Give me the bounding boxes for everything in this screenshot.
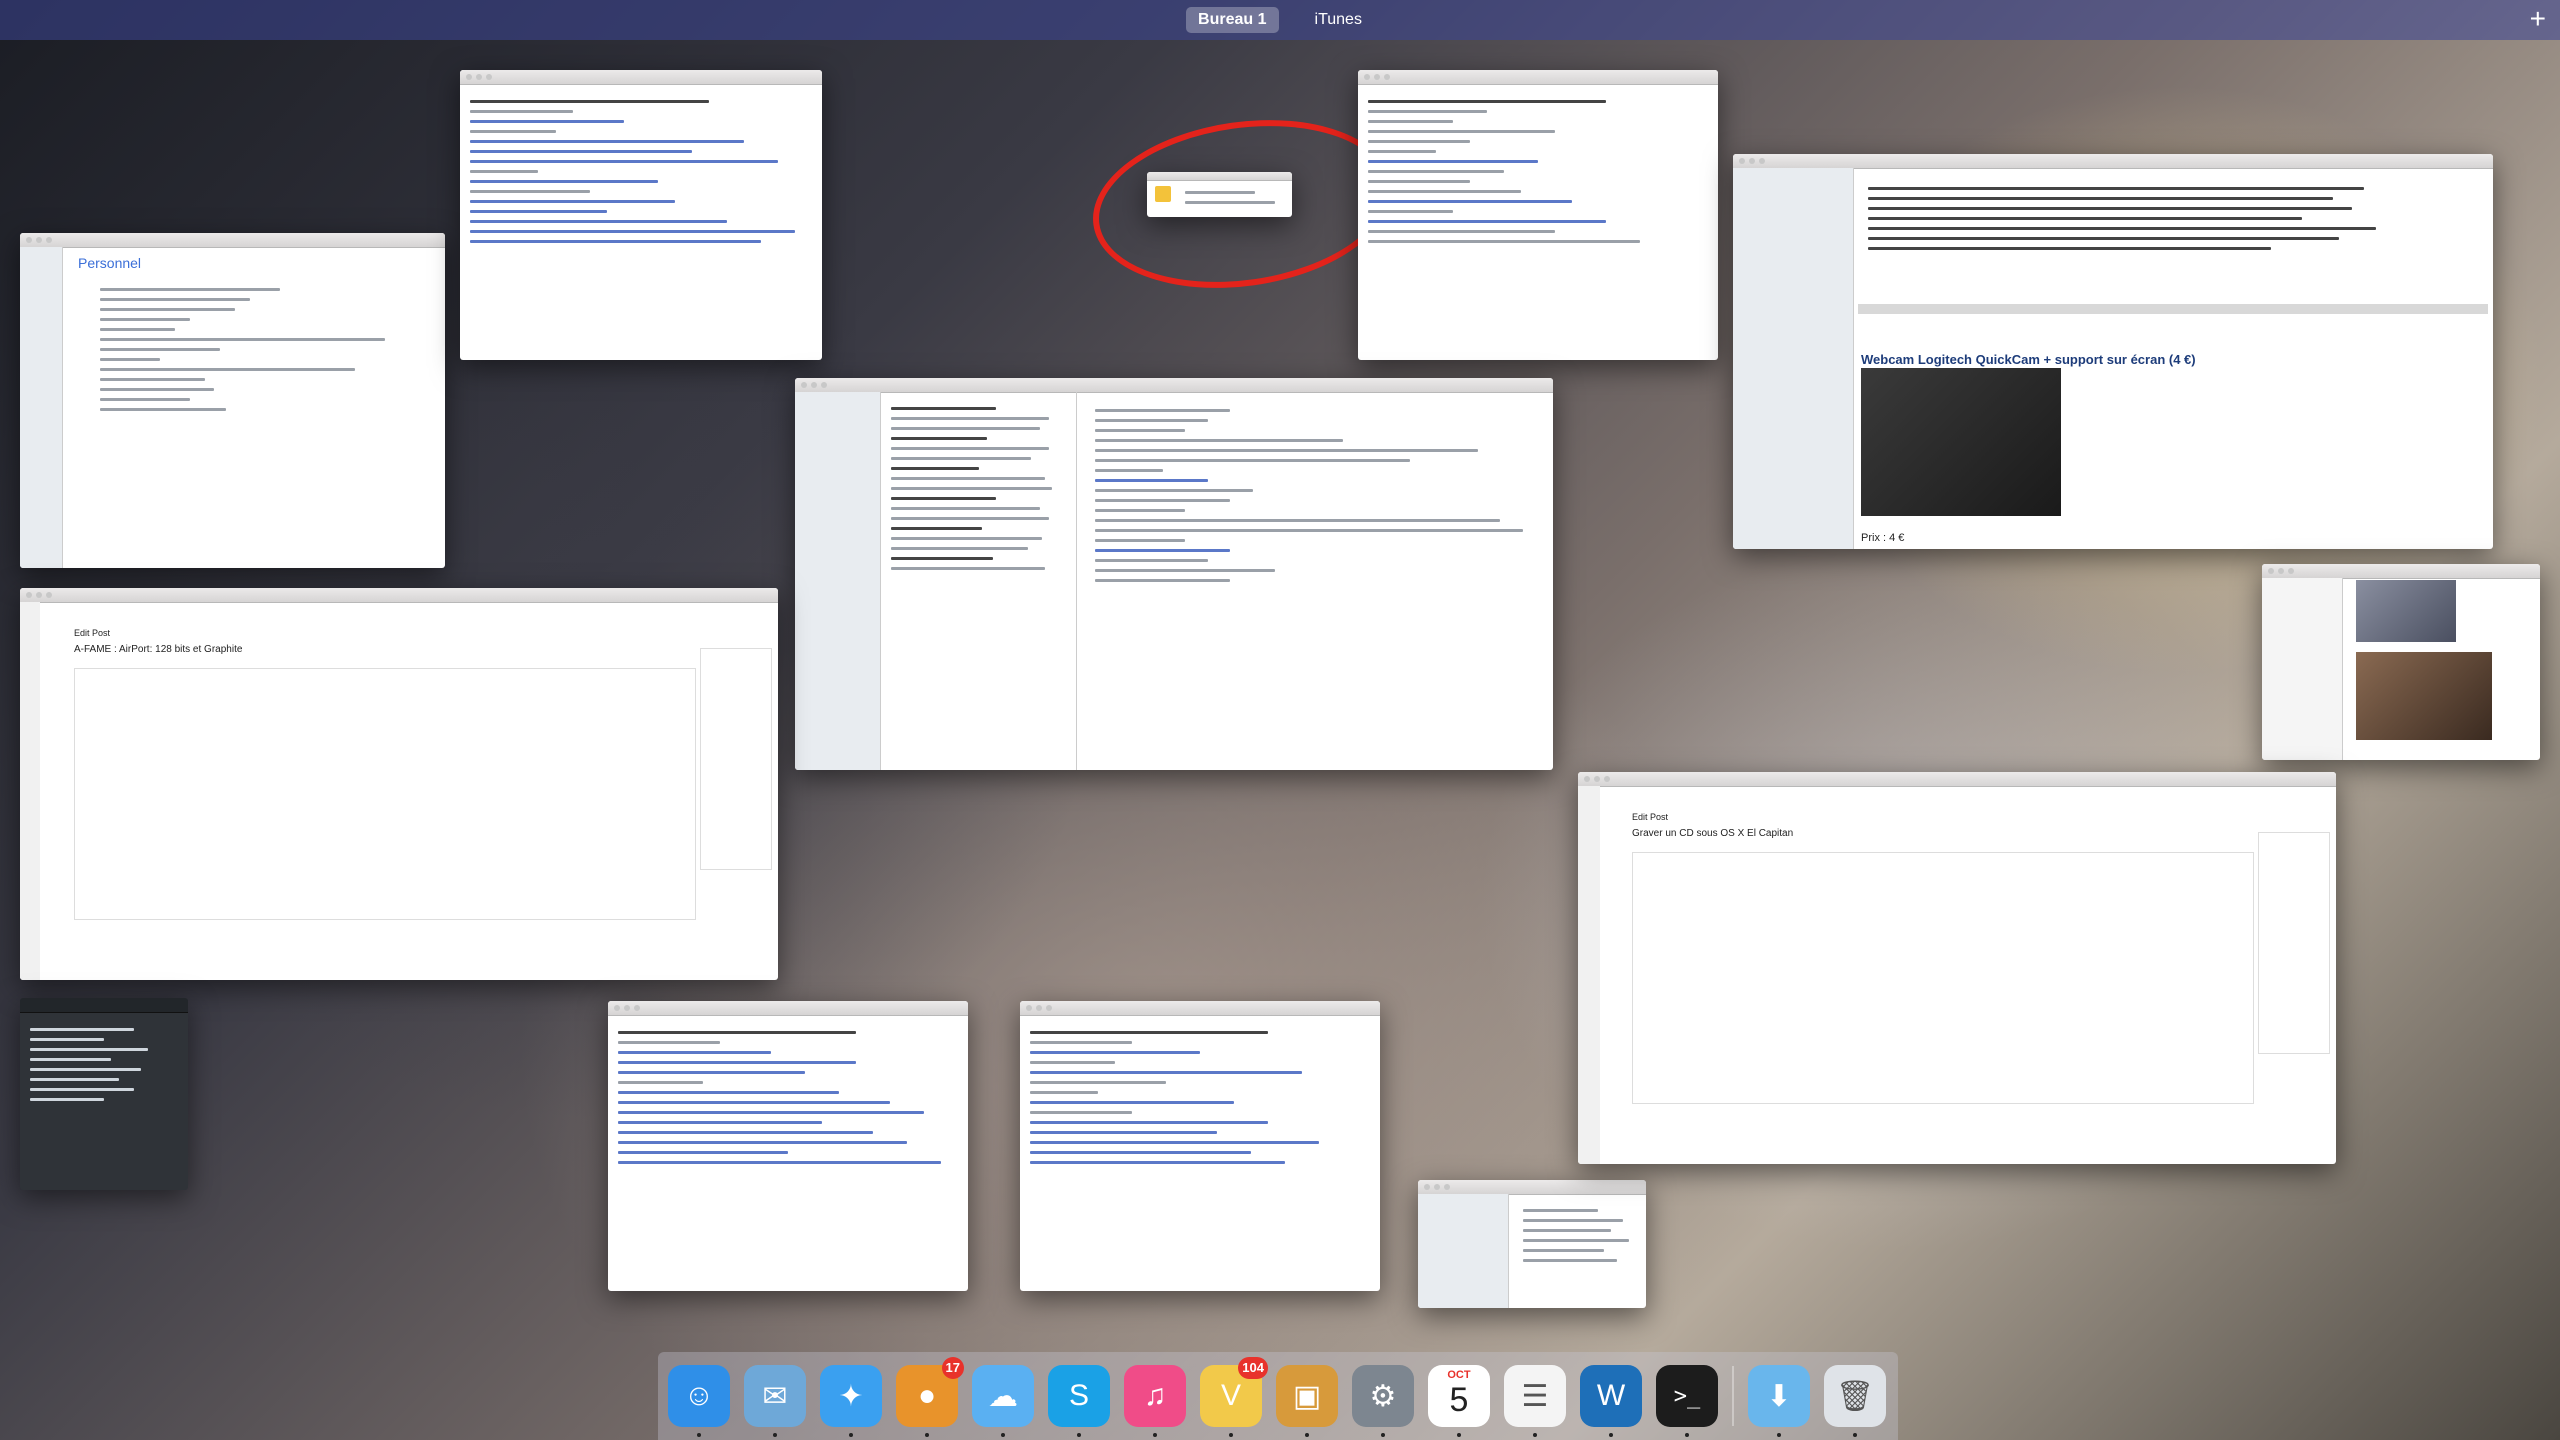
window-messages-dark[interactable] bbox=[20, 998, 188, 1190]
window-edit-post-right[interactable]: Edit Post Graver un CD sous OS X El Capi… bbox=[1578, 772, 2336, 1164]
window-store-listing[interactable]: Webcam Logitech QuickCam + support sur é… bbox=[1733, 154, 2493, 549]
window-personnel-notes[interactable]: Personnel bbox=[20, 233, 445, 568]
calendar-icon[interactable]: OCT 5 bbox=[1428, 1365, 1490, 1437]
window-edit-post-left[interactable]: Edit Post A-FAME : AirPort: 128 bits et … bbox=[20, 588, 778, 980]
ftp-icon[interactable]: W bbox=[1580, 1365, 1642, 1437]
photo-thumbnail-2 bbox=[2356, 652, 2492, 740]
red-annotation-circle bbox=[1082, 101, 1404, 307]
calendar-month: OCT bbox=[1447, 1369, 1471, 1381]
running-indicator bbox=[1533, 1433, 1537, 1437]
running-indicator bbox=[1609, 1433, 1613, 1437]
calendar-day: 5 bbox=[1449, 1381, 1469, 1419]
running-indicator bbox=[925, 1433, 929, 1437]
messages-icon[interactable]: ☁ bbox=[972, 1365, 1034, 1437]
store-listing-heading: Webcam Logitech QuickCam + support sur é… bbox=[1861, 352, 2196, 367]
mail-stamp-icon[interactable]: ✉ bbox=[744, 1365, 806, 1437]
window-finder[interactable] bbox=[1418, 1180, 1646, 1308]
safari-icon[interactable]: ✦ bbox=[820, 1365, 882, 1437]
dock-separator bbox=[1732, 1366, 1734, 1426]
window-mail-app[interactable] bbox=[795, 378, 1553, 770]
running-indicator bbox=[849, 1433, 853, 1437]
running-indicator bbox=[1001, 1433, 1005, 1437]
itunes-icon[interactable]: ♫ bbox=[1124, 1365, 1186, 1437]
running-indicator bbox=[1457, 1433, 1461, 1437]
notification-badge: 104 bbox=[1238, 1357, 1268, 1379]
space-bureau-1[interactable]: Bureau 1 bbox=[1186, 7, 1279, 33]
running-indicator bbox=[1853, 1433, 1857, 1437]
photo-thumbnail-1 bbox=[2356, 580, 2456, 642]
downloads-folder-icon[interactable]: ⬇ bbox=[1748, 1365, 1810, 1437]
growl-icon[interactable]: ● 17 bbox=[896, 1357, 964, 1437]
running-indicator bbox=[773, 1433, 777, 1437]
window-mail-message-3[interactable] bbox=[608, 1001, 968, 1291]
running-indicator bbox=[1077, 1433, 1081, 1437]
spaces-bar: Bureau 1 iTunes + bbox=[0, 0, 2560, 40]
space-itunes[interactable]: iTunes bbox=[1303, 7, 1374, 33]
window-mail-message-2[interactable] bbox=[1358, 70, 1718, 360]
window-messages-right[interactable] bbox=[2262, 564, 2540, 760]
edit-post-left-header: Edit Post bbox=[74, 628, 111, 638]
running-indicator bbox=[1305, 1433, 1309, 1437]
running-indicator bbox=[1153, 1433, 1157, 1437]
finder-icon[interactable]: ☺ bbox=[668, 1365, 730, 1437]
running-indicator bbox=[697, 1433, 701, 1437]
photo-preview-icon[interactable]: ▣ bbox=[1276, 1365, 1338, 1437]
running-indicator bbox=[1229, 1433, 1233, 1437]
edit-post-left-title: A-FAME : AirPort: 128 bits et Graphite bbox=[74, 644, 243, 655]
vip-icon[interactable]: V 104 bbox=[1200, 1357, 1268, 1437]
trash-icon[interactable]: 🗑 bbox=[1824, 1365, 1886, 1437]
edit-post-right-title: Graver un CD sous OS X El Capitan bbox=[1632, 828, 1794, 839]
notification-badge: 17 bbox=[941, 1357, 964, 1379]
running-indicator bbox=[1381, 1433, 1385, 1437]
add-space-button[interactable]: + bbox=[2530, 4, 2546, 34]
terminal-icon[interactable]: >_ bbox=[1656, 1365, 1718, 1437]
window-mail-message-1[interactable] bbox=[460, 70, 822, 360]
webcam-photo bbox=[1861, 368, 2061, 516]
edit-post-right-header: Edit Post bbox=[1632, 812, 1669, 822]
running-indicator bbox=[1685, 1433, 1689, 1437]
system-preferences-icon[interactable]: ⚙ bbox=[1352, 1365, 1414, 1437]
reminders-icon[interactable]: ☰ bbox=[1504, 1365, 1566, 1437]
skype-icon[interactable]: S bbox=[1048, 1365, 1110, 1437]
window-mail-message-4[interactable] bbox=[1020, 1001, 1380, 1291]
dock: ☺ ✉ ✦ ● 17 ☁ S ♫ V 104 ▣ ⚙ OCT 5 ☰ W >_ ⬇ 🗑 bbox=[658, 1352, 1898, 1440]
running-indicator bbox=[1777, 1433, 1781, 1437]
personnel-title: Personnel bbox=[78, 255, 142, 271]
store-price: Prix : 4 € bbox=[1861, 532, 1905, 544]
